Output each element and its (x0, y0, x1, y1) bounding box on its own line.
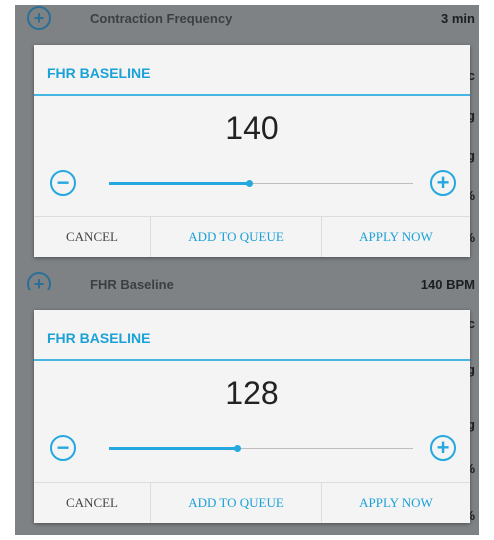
fhr-value-display: 140 (225, 110, 279, 146)
fhr-baseline-label: FHR Baseline (90, 276, 174, 291)
slider-thumb[interactable] (233, 445, 241, 452)
slider-fill (109, 182, 249, 185)
apply-now-button[interactable]: APPLY NOW (322, 217, 470, 257)
fhr-slider-row: − + (34, 164, 470, 210)
dialog-title: FHR BASELINE (34, 310, 470, 361)
contraction-frequency-row[interactable]: + Contraction Frequency 3 min (15, 5, 479, 31)
cancel-button[interactable]: CANCEL (34, 217, 150, 257)
fhr-slider[interactable] (109, 445, 413, 452)
decrease-button[interactable]: − (50, 170, 76, 196)
increase-button[interactable]: + (430, 170, 456, 196)
plus-icon: + (436, 435, 450, 460)
dialog-actions: CANCEL ADD TO QUEUE APPLY NOW (34, 482, 470, 523)
slider-thumb[interactable] (245, 180, 253, 187)
contraction-frequency-value: 3 min (441, 10, 475, 26)
fhr-slider[interactable] (109, 180, 413, 187)
plus-icon: + (436, 170, 450, 195)
fhr-baseline-dialog: FHR BASELINE 140 − + CANCEL ADD TO QUEUE… (34, 45, 470, 257)
fhr-baseline-value: 140 BPM (420, 276, 475, 291)
apply-now-button[interactable]: APPLY NOW (322, 483, 470, 523)
screen-panel-bottom: c g g % % FHR BASELINE 128 − + CANCEL AD… (15, 290, 479, 535)
add-icon[interactable]: + (27, 272, 51, 290)
fhr-baseline-dialog: FHR BASELINE 128 − + CANCEL ADD TO QUEUE… (34, 310, 470, 523)
minus-icon: − (56, 435, 70, 460)
minus-icon: − (56, 170, 70, 195)
fhr-baseline-row[interactable]: + FHR Baseline 140 BPM (15, 271, 479, 290)
dialog-actions: CANCEL ADD TO QUEUE APPLY NOW (34, 216, 470, 257)
cancel-button[interactable]: CANCEL (34, 483, 150, 523)
add-to-queue-button[interactable]: ADD TO QUEUE (150, 483, 322, 523)
add-to-queue-button[interactable]: ADD TO QUEUE (150, 217, 322, 257)
fhr-slider-row: − + (34, 429, 470, 475)
dialog-title: FHR BASELINE (34, 45, 470, 96)
decrease-button[interactable]: − (50, 435, 76, 461)
contraction-frequency-label: Contraction Frequency (90, 10, 233, 26)
increase-button[interactable]: + (430, 435, 456, 461)
screen-panel-top: + Contraction Frequency 3 min c g g % % … (15, 5, 479, 290)
add-icon[interactable]: + (27, 6, 51, 30)
fhr-value-display: 128 (225, 375, 279, 411)
slider-fill (109, 447, 237, 450)
